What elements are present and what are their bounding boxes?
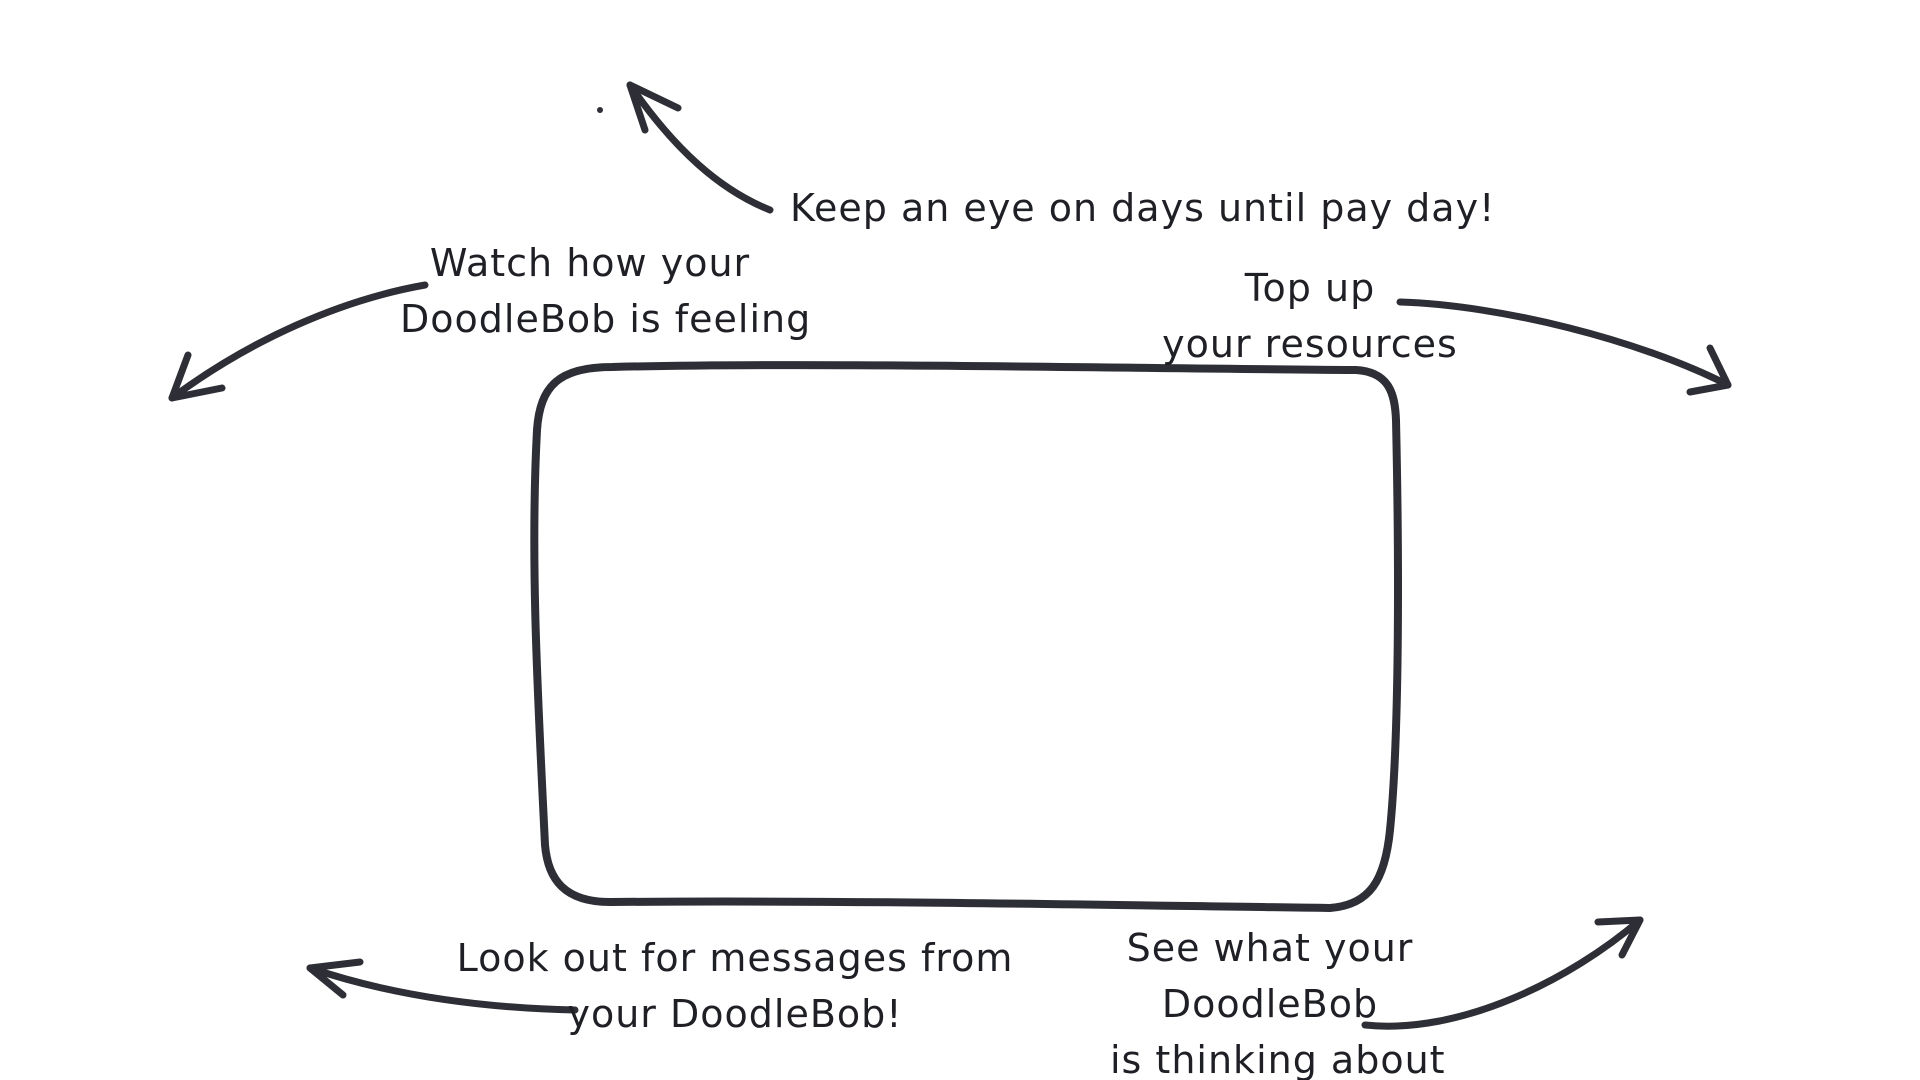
annotation-thinking-line: See what your bbox=[1126, 926, 1414, 970]
annotation-pay-day-line: Keep an eye on days until pay day! bbox=[790, 186, 1496, 230]
annotation-resources-line: Top up bbox=[1244, 266, 1376, 310]
annotation-feeling: Watch how your DoodleBob is feeling bbox=[400, 235, 812, 347]
annotation-resources: Top up your resources bbox=[1150, 260, 1470, 372]
annotation-resources-line: your resources bbox=[1162, 322, 1458, 366]
doodle-diagram: Keep an eye on days until pay day! Watch… bbox=[0, 0, 1920, 1080]
annotation-feeling-line: Watch how your bbox=[429, 241, 751, 285]
sketch-layer bbox=[168, 81, 1732, 1030]
arrow-feeling bbox=[168, 281, 429, 402]
screen-frame bbox=[530, 361, 1402, 912]
annotation-thinking-line: DoodleBob bbox=[1161, 982, 1379, 1026]
annotation-messages: Look out for messages from your DoodleBo… bbox=[450, 930, 1020, 1042]
annotation-thinking: See what your DoodleBob is thinking abou… bbox=[1110, 920, 1446, 1080]
annotation-messages-line: your DoodleBob! bbox=[567, 992, 903, 1036]
annotation-thinking-line: is thinking about bbox=[1110, 1038, 1446, 1080]
annotation-feeling-line: DoodleBob is feeling bbox=[400, 297, 812, 341]
annotation-messages-line: Look out for messages from bbox=[456, 936, 1014, 980]
annotation-pay-day: Keep an eye on days until pay day! bbox=[790, 180, 1495, 236]
arrow-pay-day bbox=[597, 81, 774, 214]
